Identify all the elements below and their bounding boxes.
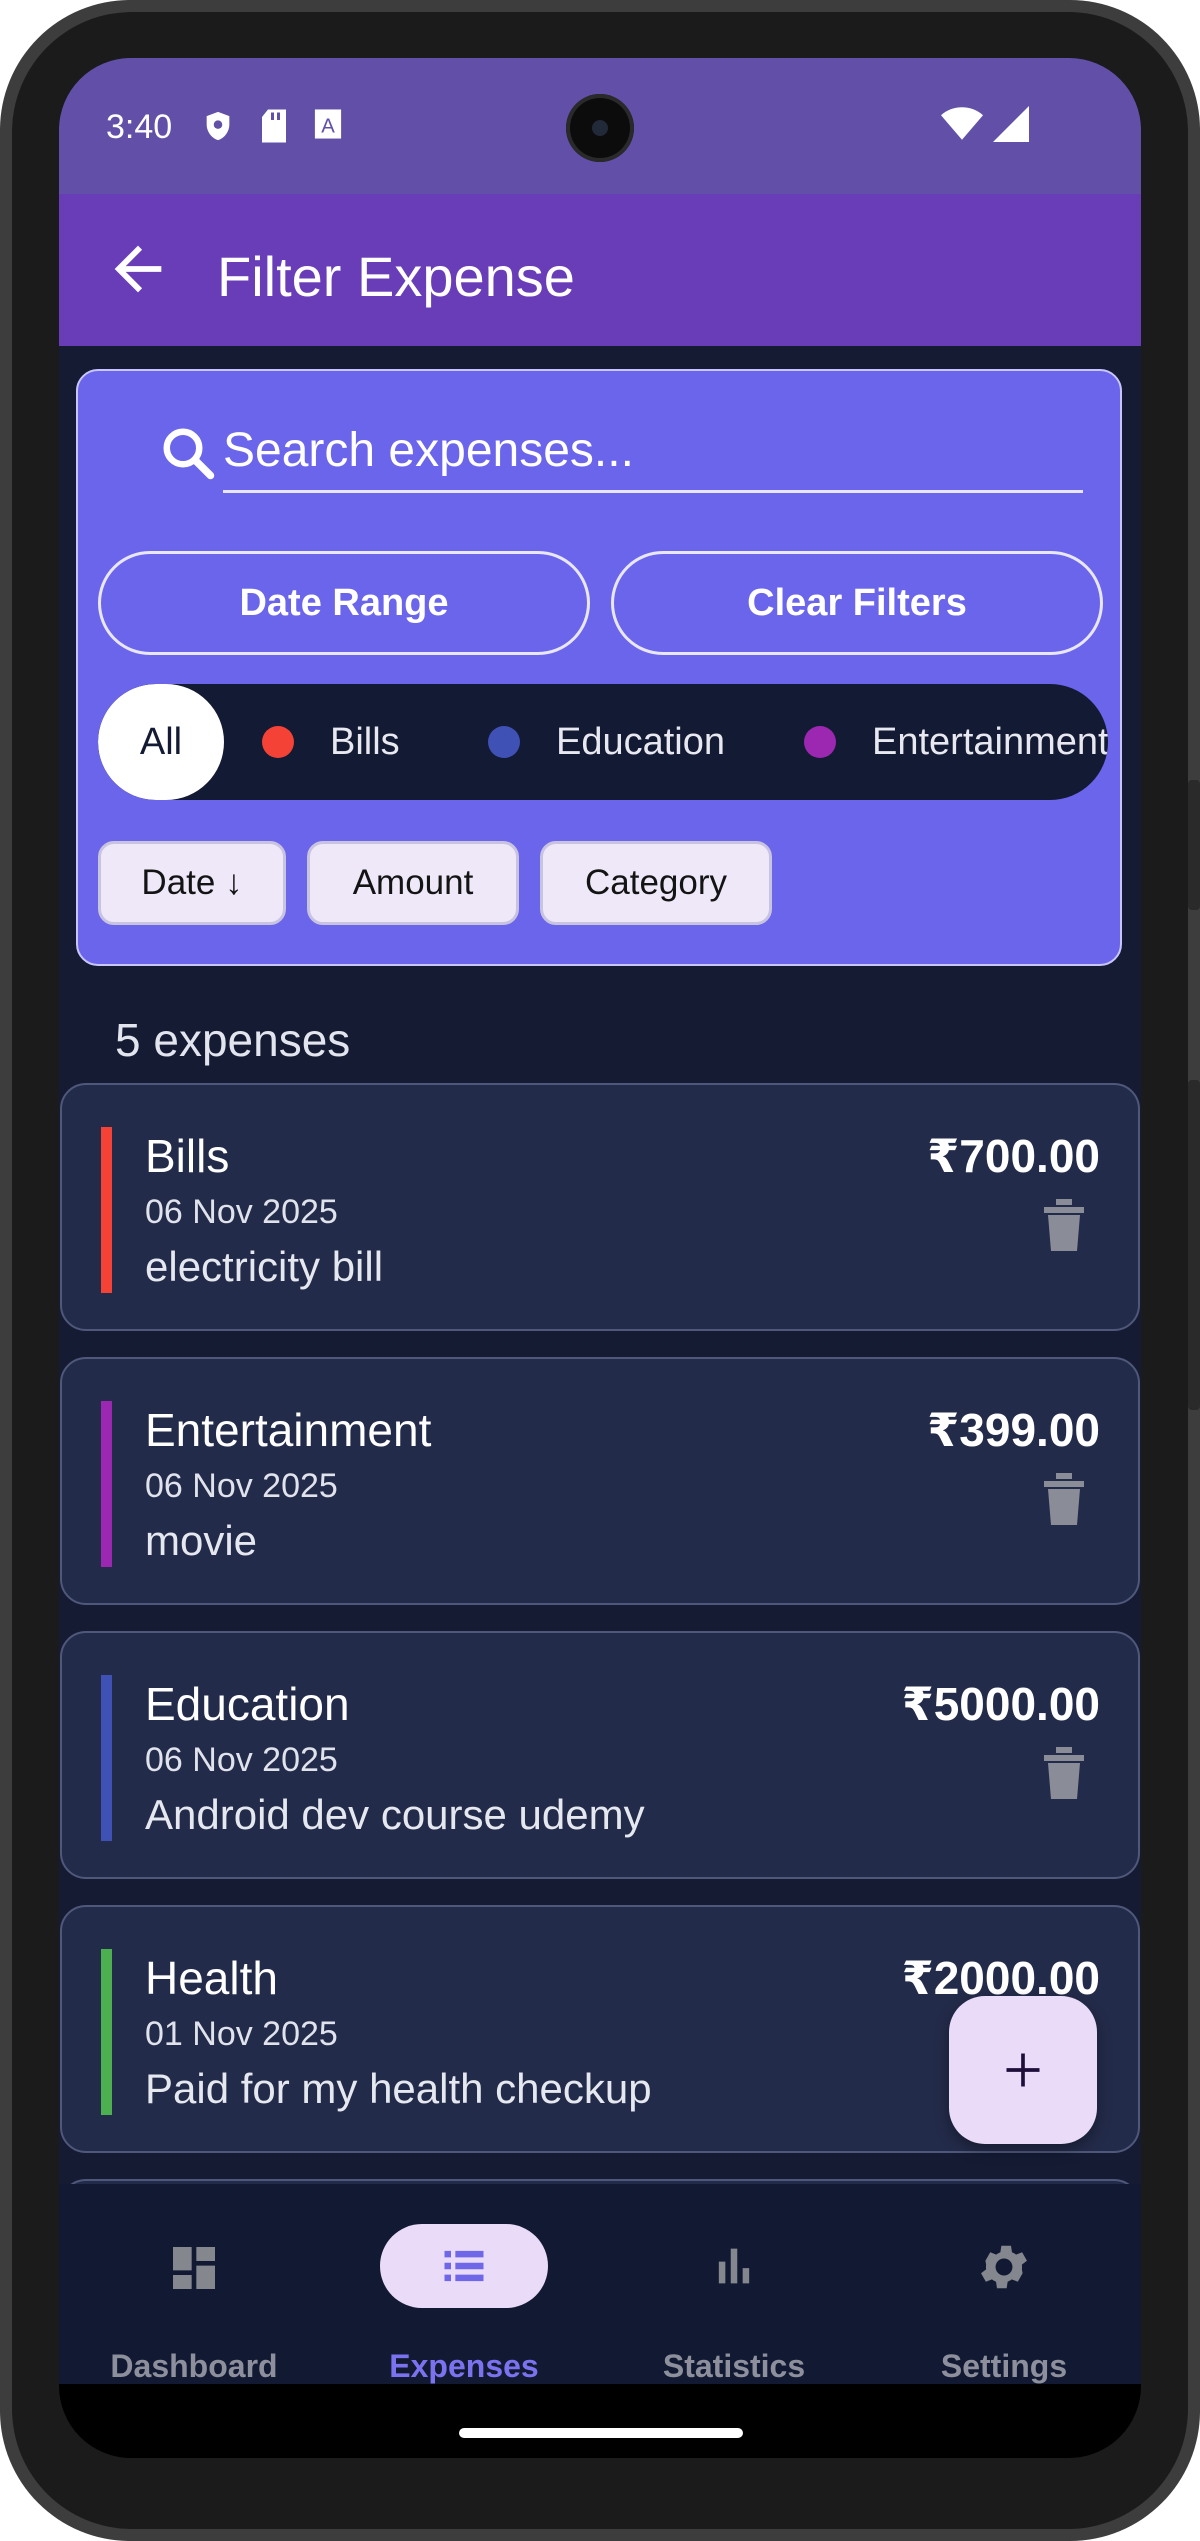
- power-button: [1188, 780, 1200, 910]
- status-time: 3:40: [106, 108, 173, 146]
- search-input[interactable]: [223, 411, 1083, 493]
- app-screen: 3:40 A Filter Expense Date Range Clear F…: [59, 58, 1141, 2458]
- status-bar: 3:40 A: [59, 58, 1141, 194]
- chip-bills[interactable]: Bills: [262, 684, 400, 800]
- dashboard-icon: [173, 2247, 215, 2289]
- chip-label: Education: [556, 720, 726, 763]
- status-left-icons: A: [201, 108, 343, 144]
- nav-statistics[interactable]: Statistics: [599, 2184, 869, 2384]
- expense-note: Android dev course udemy: [145, 1791, 645, 1838]
- expense-count: 5 expenses: [115, 1014, 351, 1066]
- expense-category: Education: [145, 1678, 350, 1730]
- category-color-bar: [101, 1127, 112, 1293]
- expense-date: 06 Nov 2025: [145, 1467, 338, 1505]
- expense-category: Health: [145, 1952, 278, 2004]
- entertainment-color-dot: [804, 726, 836, 758]
- home-indicator[interactable]: [459, 2428, 743, 2438]
- chip-label: Entertainment: [872, 720, 1108, 763]
- expense-category: Entertainment: [145, 1404, 432, 1456]
- category-color-bar: [101, 1401, 112, 1567]
- font-a-icon: A: [314, 109, 342, 139]
- front-camera: [566, 94, 634, 162]
- chip-entertainment[interactable]: Entertainment: [804, 684, 1108, 800]
- chip-all[interactable]: All: [98, 684, 224, 800]
- expense-date: 01 Nov 2025: [145, 2015, 338, 2053]
- bar-chart-icon: [718, 2248, 750, 2284]
- gear-icon: [981, 2245, 1027, 2289]
- expense-amount: ₹700.00: [927, 1130, 1100, 1182]
- expense-date: 06 Nov 2025: [145, 1193, 338, 1231]
- nav-label: Settings: [940, 2348, 1068, 2384]
- sort-category-chip[interactable]: Category: [540, 841, 772, 925]
- delete-icon[interactable]: [1040, 1745, 1088, 1801]
- bills-color-dot: [262, 726, 294, 758]
- delete-icon[interactable]: [1040, 1197, 1088, 1253]
- expense-card[interactable]: Entertainment 06 Nov 2025 movie ₹399.00: [60, 1357, 1140, 1605]
- nav-label: Expenses: [389, 2348, 539, 2384]
- shield-icon: [206, 111, 230, 141]
- nav-settings[interactable]: Settings: [869, 2184, 1139, 2384]
- category-color-bar: [101, 1675, 112, 1841]
- page-title: Filter Expense: [217, 245, 575, 308]
- arrow-back-icon[interactable]: [103, 234, 173, 304]
- sort-amount-chip[interactable]: Amount: [307, 841, 519, 925]
- nav-dashboard[interactable]: Dashboard: [59, 2184, 329, 2384]
- category-color-bar: [101, 1949, 112, 2115]
- date-range-button[interactable]: Date Range: [98, 551, 590, 655]
- list-icon: [444, 2250, 484, 2282]
- clear-filters-button[interactable]: Clear Filters: [611, 551, 1103, 655]
- chip-education[interactable]: Education: [488, 684, 725, 800]
- expense-note: Paid for my health checkup: [145, 2065, 652, 2112]
- expense-amount: ₹399.00: [927, 1404, 1100, 1456]
- expense-note: movie: [145, 1517, 258, 1564]
- sd-card-icon: [262, 109, 286, 143]
- bottom-navigation: Dashboard Expenses Statistics Settings: [59, 2184, 1141, 2384]
- category-chip-strip[interactable]: All Bills Education Entertainment: [98, 684, 1108, 800]
- volume-button: [1188, 1080, 1200, 1410]
- sort-date-chip[interactable]: Date ↓: [98, 841, 286, 925]
- expense-card[interactable]: Education 06 Nov 2025 Android dev course…: [60, 1631, 1140, 1879]
- nav-label: Statistics: [662, 2348, 806, 2384]
- education-color-dot: [488, 726, 520, 758]
- status-right-icons: [941, 106, 1029, 142]
- expense-amount: ₹5000.00: [901, 1678, 1100, 1730]
- expense-category: Bills: [145, 1130, 230, 1182]
- signal-icon: [993, 106, 1029, 142]
- nav-label: Dashboard: [110, 2348, 278, 2384]
- wifi-icon: [941, 107, 983, 140]
- gesture-navigation-area: [59, 2384, 1141, 2458]
- add-icon: [1006, 2053, 1040, 2087]
- app-bar: Filter Expense: [59, 194, 1141, 346]
- nav-expenses[interactable]: Expenses: [329, 2184, 599, 2384]
- expense-card[interactable]: Bills 06 Nov 2025 electricity bill ₹700.…: [60, 1083, 1140, 1331]
- delete-icon[interactable]: [1040, 1471, 1088, 1527]
- expense-note: electricity bill: [145, 1243, 384, 1290]
- svg-text:A: A: [321, 116, 335, 138]
- filter-panel: Date Range Clear Filters All Bills Educa…: [76, 369, 1122, 966]
- add-expense-button[interactable]: [949, 1996, 1097, 2144]
- search-icon: [163, 428, 215, 480]
- chip-label: Bills: [330, 720, 400, 763]
- expense-date: 06 Nov 2025: [145, 1741, 338, 1779]
